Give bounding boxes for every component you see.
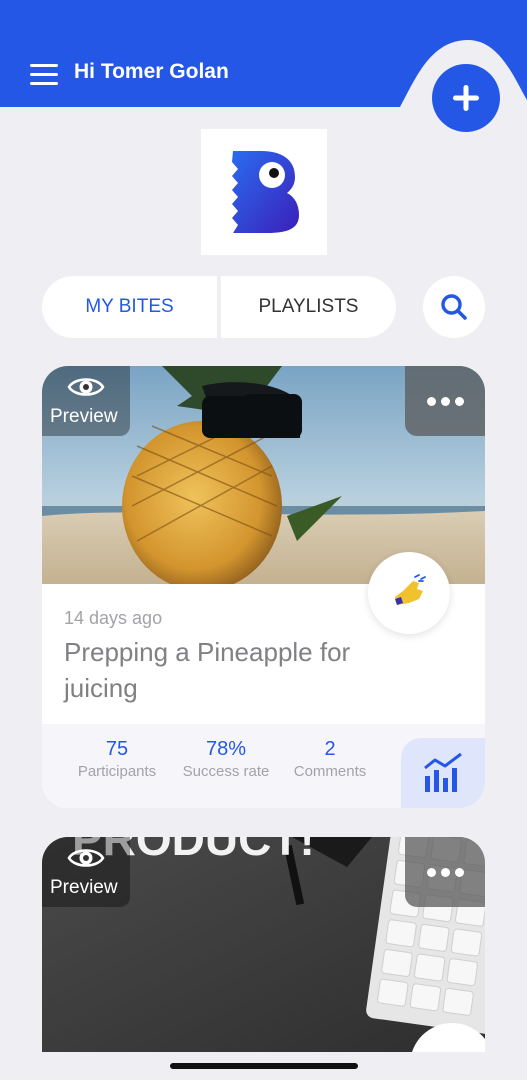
more-options-button[interactable] [405,837,485,907]
eye-icon [67,849,105,867]
stat-value: 75 [105,738,129,760]
stat-value: 2 [324,738,336,760]
more-options-button[interactable] [405,366,485,436]
stat-success-rate: 78% Success rate [178,738,274,780]
stat-participants: 75 Participants [72,738,162,780]
search-button[interactable] [423,276,485,338]
tab-playlists[interactable]: PLAYLISTS [221,276,396,338]
hand-pointer-icon [395,574,426,605]
bite-date: 14 days ago [64,608,163,628]
preview-label: Preview [50,406,118,427]
bite-card[interactable]: PRODUCT! Preview [42,837,485,1052]
eye-icon [67,378,105,396]
bite-thumbnail[interactable]: Preview [42,366,485,584]
search-icon [441,294,467,320]
plus-icon [453,85,479,111]
preview-button[interactable]: Preview [42,837,130,907]
app-logo [201,129,327,255]
play-bite-button[interactable] [368,552,450,634]
stat-value: 78% [205,738,247,760]
more-dots-icon [426,396,436,406]
home-indicator [170,1063,358,1069]
stat-label: Comments [293,763,367,780]
analytics-button[interactable] [401,738,485,808]
bites-logo-icon [232,151,299,233]
bite-stats: 75 Participants 78% Success rate 2 Comme… [42,724,485,808]
bite-card[interactable]: Preview 14 days ago Prepping a Pineapple… [42,366,485,808]
stat-label: Participants [77,763,157,780]
preview-label: Preview [50,877,118,898]
bar-chart-icon [424,752,462,792]
greeting-text: Hi Tomer Golan [74,60,229,83]
stat-comments: 2 Comments [286,738,374,780]
view-tabs: MY BITES PLAYLISTS [42,276,396,338]
preview-button[interactable]: Preview [42,366,130,436]
more-dots-icon [426,867,436,877]
bite-title[interactable]: Prepping a Pineapple for juicing [64,634,364,706]
bite-thumbnail[interactable]: PRODUCT! Preview [42,837,485,1052]
tab-my-bites[interactable]: MY BITES [42,276,217,338]
stat-label: Success rate [182,763,270,780]
hamburger-menu-icon[interactable] [30,64,58,86]
add-bite-button[interactable] [432,64,500,132]
